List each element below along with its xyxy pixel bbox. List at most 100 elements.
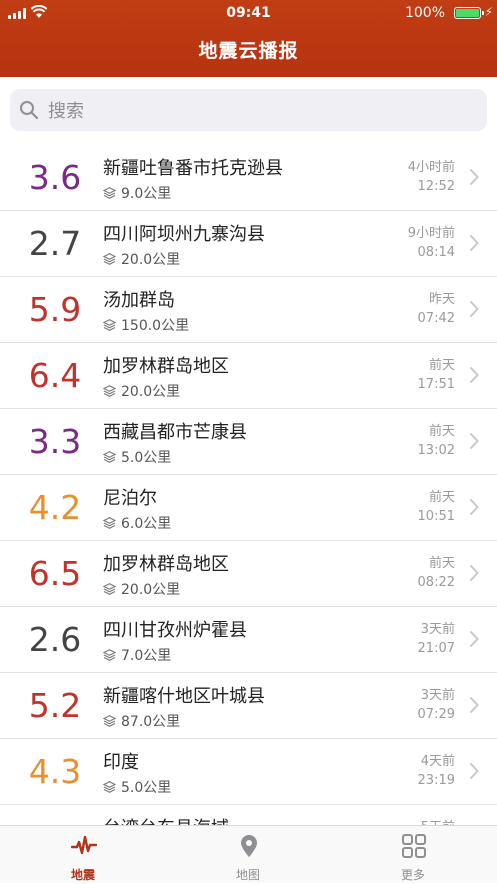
depth: 5.0公里 <box>102 447 172 467</box>
layers-icon <box>102 715 117 727</box>
layers-icon <box>102 253 117 265</box>
clock-time: 21:07 <box>417 641 455 656</box>
earthquake-row[interactable]: 3.6 新疆吐鲁番市托克逊县 9.0公里 4小时前 12:52 <box>0 145 497 211</box>
magnitude: 2.7 <box>28 224 82 263</box>
magnitude: 4.3 <box>28 752 82 791</box>
earthquake-row[interactable]: 6.4 加罗林群岛地区 20.0公里 前天 17:51 <box>0 343 497 409</box>
clock-time: 07:42 <box>417 311 455 326</box>
location-name: 尼泊尔 <box>103 488 157 509</box>
location-name: 四川阿坝州九寨沟县 <box>103 224 265 245</box>
timestamp: 5天前16:40 <box>418 818 455 825</box>
earthquake-row[interactable]: 2.6 四川甘孜州炉霍县 7.0公里 3天前 21:07 <box>0 607 497 673</box>
timestamp: 前天 08:22 <box>418 554 455 592</box>
tab-earthquakes[interactable]: 地震 <box>23 826 143 884</box>
timestamp: 前天 17:51 <box>418 356 455 394</box>
depth: 5.0公里 <box>102 777 172 797</box>
chevron-right-icon <box>469 762 479 780</box>
earthquake-row[interactable]: 2.7 四川阿坝州九寨沟县 20.0公里 9小时前 08:14 <box>0 211 497 277</box>
depth-value: 7.0公里 <box>121 648 172 664</box>
relative-day: 3天前 <box>420 688 455 703</box>
depth: 7.0公里 <box>102 645 172 665</box>
timestamp: 9小时前 08:14 <box>408 224 455 262</box>
depth: 20.0公里 <box>102 249 180 269</box>
battery-percent: 100% <box>404 5 445 21</box>
chevron-right-icon <box>469 234 479 252</box>
depth-value: 6.0公里 <box>121 516 172 532</box>
layers-icon <box>102 187 117 199</box>
layers-icon <box>102 649 117 661</box>
magnitude: 5.9 <box>28 290 82 329</box>
relative-day: 昨天 <box>428 292 455 307</box>
tab-map[interactable]: 地图 <box>188 826 308 884</box>
depth: 20.0公里 <box>102 579 180 599</box>
earthquake-list[interactable]: 3.6 新疆吐鲁番市托克逊县 9.0公里 4小时前 12:52 2.7 四川阿坝州九寨沟县 2… <box>0 145 497 825</box>
search-icon <box>20 101 39 120</box>
depth: 20.0公里 <box>102 381 181 401</box>
location-name: 汤加群岛 <box>103 290 175 311</box>
clock-time: 12:52 <box>417 179 455 194</box>
location-name: 四川甘孜州炉霍县 <box>103 620 247 641</box>
layers-icon <box>102 781 117 793</box>
charging-icon: ⚡ <box>484 5 493 19</box>
clock-time: 10:51 <box>417 509 455 524</box>
timestamp: 前天 10:51 <box>418 488 455 526</box>
depth: 6.0公里 <box>102 513 172 533</box>
tab-label: 地图 <box>235 868 260 882</box>
timestamp: 3天前 07:29 <box>418 686 455 724</box>
layers-icon <box>102 517 117 529</box>
earthquake-row[interactable]: 3.3 西藏昌都市芒康县 5.0公里 前天 13:02 <box>0 409 497 475</box>
earthquake-row[interactable]: 4.2 尼泊尔 6.0公里 前天 10:51 <box>0 475 497 541</box>
timestamp: 4小时前 12:52 <box>408 158 455 196</box>
relative-day: 前天 <box>428 556 455 571</box>
relative-day: 4小时前 <box>407 160 455 175</box>
chevron-right-icon <box>469 498 479 516</box>
depth: 87.0公里 <box>102 711 181 731</box>
magnitude: 6.5 <box>28 554 82 593</box>
magnitude: 4.4 <box>14 815 96 825</box>
page-title: 地震云播报 <box>198 40 299 62</box>
earthquake-row[interactable]: 6.5 加罗林群岛地区 20.0公里 前天 08:22 <box>0 541 497 607</box>
depth-value: 20.0公里 <box>121 384 181 400</box>
timestamp: 4天前 23:19 <box>418 752 455 790</box>
chevron-right-icon <box>469 366 479 384</box>
chevron-right-icon <box>469 168 479 186</box>
clock-time: 23:19 <box>417 773 455 788</box>
tab-bar: 地震 地图 更多 <box>0 825 497 883</box>
search-field[interactable] <box>10 89 487 131</box>
battery-icon <box>454 7 484 19</box>
layers-icon <box>102 319 117 331</box>
magnitude: 2.6 <box>28 620 82 659</box>
chevron-right-icon <box>469 630 479 648</box>
clock-time: 08:14 <box>417 245 455 260</box>
magnitude: 6.4 <box>28 356 82 395</box>
depth-value: 9.0公里 <box>121 186 172 202</box>
chevron-right-icon <box>469 300 479 318</box>
location-name: 西藏昌都市芒康县 <box>103 422 247 443</box>
earthquake-row[interactable]: 4.4台湾台东县海域10.0公里5天前16:40 <box>0 805 497 825</box>
location-name: 加罗林群岛地区 <box>103 554 229 575</box>
search-input[interactable] <box>46 95 470 127</box>
earthquake-row[interactable]: 5.2 新疆喀什地区叶城县 87.0公里 3天前 07:29 <box>0 673 497 739</box>
clock-time: 13:02 <box>417 443 455 458</box>
earthquake-row[interactable]: 5.9 汤加群岛 150.0公里 昨天 07:42 <box>0 277 497 343</box>
clock-time: 07:29 <box>417 707 455 722</box>
tab-label: 地震 <box>70 868 95 882</box>
location-name: 台湾台东县海域 <box>103 814 229 825</box>
depth-value: 5.0公里 <box>121 450 172 466</box>
depth-value: 87.0公里 <box>121 714 181 730</box>
timestamp: 昨天 07:42 <box>418 290 455 328</box>
timestamp: 前天 13:02 <box>418 422 455 460</box>
relative-day: 4天前 <box>420 754 455 769</box>
magnitude: 3.3 <box>28 422 82 461</box>
location-name: 加罗林群岛地区 <box>103 356 229 377</box>
magnitude: 3.6 <box>28 158 82 197</box>
earthquake-row[interactable]: 4.3 印度 5.0公里 4天前 23:19 <box>0 739 497 805</box>
depth-value: 150.0公里 <box>121 318 190 334</box>
depth-value: 5.0公里 <box>121 780 172 796</box>
relative-day: 3天前 <box>420 622 455 637</box>
relative-day: 9小时前 <box>407 226 455 241</box>
status-bar: 09:41 100% ⚡ <box>0 0 497 26</box>
tab-more[interactable]: 更多 <box>353 826 473 884</box>
location-name: 新疆喀什地区叶城县 <box>103 686 265 707</box>
tab-label: 更多 <box>400 868 425 882</box>
